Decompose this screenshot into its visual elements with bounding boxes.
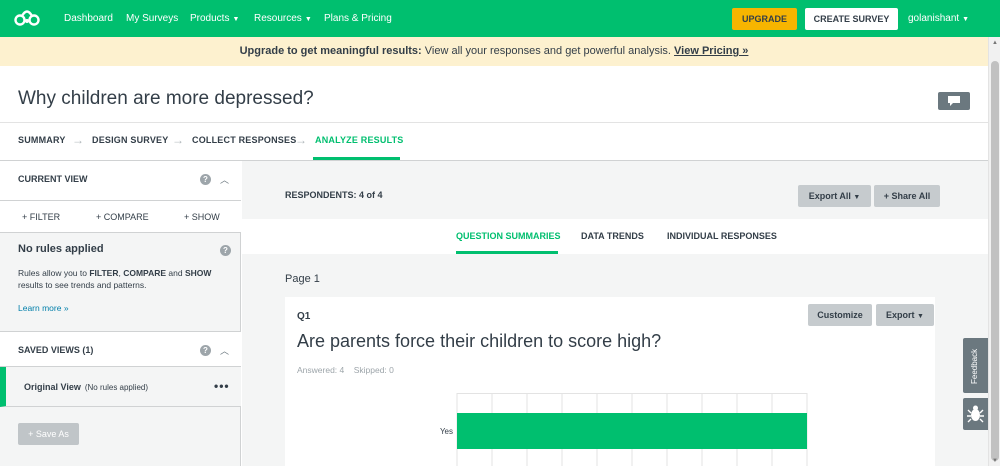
export-all-button[interactable]: Export All ▼ [798, 185, 871, 207]
rules-show-word: SHOW [184, 268, 212, 278]
view-actions: + FILTER + COMPARE + SHOW [0, 201, 241, 233]
respondents-count: RESPONDENTS: 4 of 4 [285, 190, 383, 200]
saved-views-label: SAVED VIEWS (1) [18, 345, 94, 355]
chevron-down-icon: ▼ [232, 16, 240, 23]
share-all-button[interactable]: + Share All [874, 185, 940, 207]
chart-category-label: Yes [440, 427, 453, 436]
tab-individual-responses[interactable]: INDIVIDUAL RESPONSES [667, 231, 777, 241]
question-card: Q1 Customize Export ▼ Are parents force … [285, 297, 935, 466]
rules-text-part: and [166, 268, 185, 278]
saved-view-item[interactable]: Original View (No rules applied) ••• [0, 367, 241, 407]
divider [0, 122, 988, 123]
rules-title: No rules applied [18, 243, 104, 255]
scroll-up-icon[interactable]: ▲ [992, 40, 998, 46]
save-as-button[interactable]: + Save As [18, 423, 79, 445]
chevron-up-icon[interactable]: ︿ [220, 344, 229, 357]
rules-text-part: results to see trends and patterns. [18, 280, 147, 290]
nav-plans-pricing[interactable]: Plans & Pricing [324, 13, 392, 24]
step-collect-responses[interactable]: COLLECT RESPONSES [192, 135, 296, 145]
tab-data-trends[interactable]: DATA TRENDS [581, 231, 644, 241]
saved-view-note: (No rules applied) [84, 383, 148, 392]
tab-question-summaries[interactable]: QUESTION SUMMARIES [456, 231, 561, 241]
rules-filter-word: FILTER [89, 268, 119, 278]
surveymonkey-logo-icon[interactable] [14, 8, 40, 28]
nav-products-label: Products [190, 13, 230, 24]
help-icon[interactable]: ? [200, 174, 211, 185]
saved-view-title: Original View [24, 382, 81, 392]
arrow-right-icon: → [72, 133, 84, 147]
chevron-down-icon: ▼ [962, 16, 970, 23]
current-view-label: CURRENT VIEW [18, 174, 88, 184]
nav-my-surveys[interactable]: My Surveys [126, 13, 178, 24]
bug-report-button[interactable] [963, 398, 988, 430]
bug-icon [967, 405, 984, 423]
saved-views-header[interactable]: SAVED VIEWS (1) ? ︿ [0, 331, 241, 367]
feedback-label: Feedback [970, 348, 979, 384]
chevron-up-icon[interactable]: ︿ [220, 173, 229, 186]
help-icon[interactable]: ? [220, 245, 231, 256]
results-tabs: QUESTION SUMMARIES DATA TRENDS INDIVIDUA… [242, 219, 988, 254]
survey-title: Why children are more depressed? [18, 88, 314, 109]
rules-text-part: Rules allow you to [18, 268, 90, 278]
help-icon[interactable]: ? [200, 345, 211, 356]
export-all-label: Export All [808, 191, 851, 201]
user-menu[interactable]: golanishant ▼ [908, 13, 969, 24]
skipped-count: Skipped: 0 [353, 365, 394, 375]
comment-icon [948, 96, 960, 106]
create-survey-button[interactable]: CREATE SURVEY [805, 8, 898, 30]
nav-resources-label: Resources [254, 13, 302, 24]
top-nav: Dashboard My Surveys Products ▼ Resources… [0, 0, 1000, 37]
chevron-down-icon: ▼ [853, 194, 861, 201]
filter-button[interactable]: + FILTER [22, 212, 60, 222]
nav-dashboard[interactable]: Dashboard [64, 13, 113, 24]
rules-compare-word: COMPARE [123, 268, 167, 278]
current-view-header[interactable]: CURRENT VIEW ? ︿ [0, 161, 241, 201]
results-area: RESPONDENTS: 4 of 4 Export All ▼ + Share… [242, 161, 988, 466]
chart-bar[interactable] [457, 413, 807, 449]
scroll-down-icon[interactable]: ▼ [992, 458, 998, 464]
step-design-survey[interactable]: DESIGN SURVEY [92, 135, 168, 145]
customize-button[interactable]: Customize [808, 304, 872, 326]
answered-count: Answered: 4 [297, 365, 345, 375]
banner-text: View all your responses and get powerful… [421, 45, 675, 57]
arrow-right-icon: → [172, 133, 184, 147]
banner-bold-text: Upgrade to get meaningful results: [239, 45, 422, 57]
upgrade-banner: Upgrade to get meaningful results: View … [0, 37, 988, 66]
feedback-tab[interactable]: Feedback [963, 338, 988, 393]
active-tab-indicator [456, 251, 558, 254]
step-analyze-results[interactable]: ANALYZE RESULTS [315, 135, 404, 145]
saved-view-name: Original View (No rules applied) [24, 382, 148, 392]
question-stats: Answered: 4 Skipped: 0 [297, 365, 394, 375]
more-options-icon[interactable]: ••• [214, 379, 230, 393]
view-pricing-link[interactable]: View Pricing » [674, 45, 748, 57]
rules-description: Rules allow you to FILTER, COMPARE and S… [18, 267, 228, 291]
compare-button[interactable]: + COMPARE [96, 212, 149, 222]
comment-button[interactable] [938, 92, 970, 110]
question-export-button[interactable]: Export ▼ [876, 304, 934, 326]
page-label: Page 1 [285, 273, 320, 285]
show-button[interactable]: + SHOW [184, 212, 220, 222]
question-title: Are parents force their children to scor… [297, 331, 662, 351]
page-scrollbar[interactable]: ▲ ▼ [988, 37, 1000, 466]
username: golanishant [908, 13, 960, 24]
nav-resources[interactable]: Resources ▼ [254, 13, 312, 24]
chevron-down-icon: ▼ [917, 313, 924, 320]
bar-chart: Yes [440, 393, 808, 466]
export-label: Export [886, 310, 915, 320]
arrow-right-icon: → [295, 133, 307, 147]
nav-products[interactable]: Products ▼ [190, 13, 239, 24]
step-summary[interactable]: SUMMARY [18, 135, 66, 145]
upgrade-button[interactable]: UPGRADE [732, 8, 797, 30]
question-number: Q1 [297, 311, 311, 322]
chevron-down-icon: ▼ [304, 16, 312, 23]
scroll-thumb[interactable] [991, 61, 999, 461]
learn-more-link[interactable]: Learn more » [18, 303, 69, 313]
left-panel: CURRENT VIEW ? ︿ + FILTER + COMPARE + SH… [0, 161, 241, 466]
